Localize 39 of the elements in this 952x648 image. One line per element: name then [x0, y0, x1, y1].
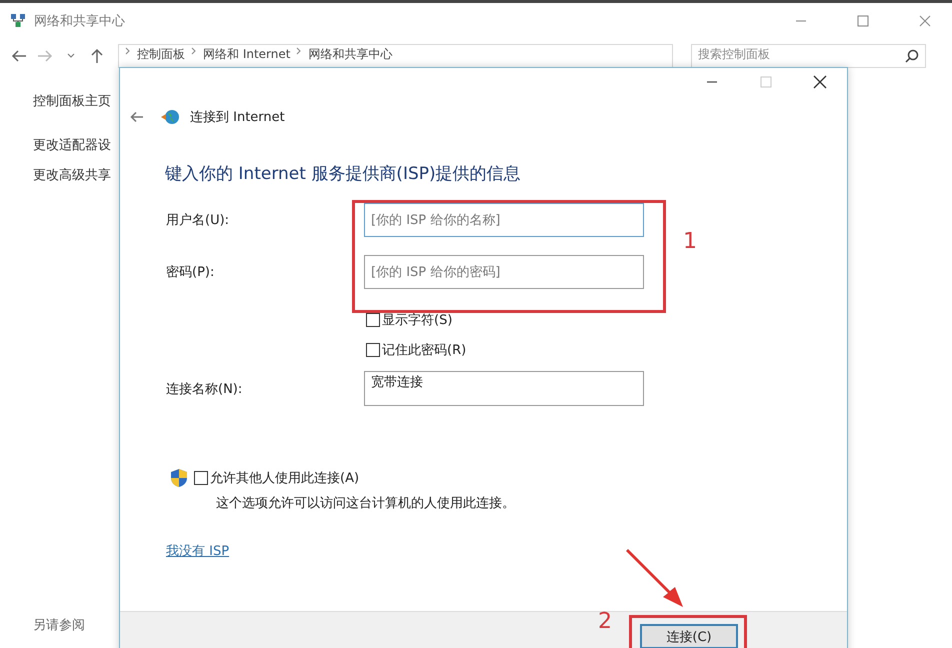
dialog-heading: 键入你的 Internet 服务提供商(ISP)提供的信息	[165, 163, 522, 185]
connect-button[interactable]: 连接(C)	[640, 624, 738, 648]
option-description: 这个选项允许可以访问这台计算机的人使用此连接。	[216, 495, 516, 512]
checkbox-label[interactable]: 显示字符(S)	[382, 311, 452, 329]
back-icon[interactable]	[130, 111, 144, 123]
no-isp-link[interactable]: 我没有 ISP	[166, 542, 230, 560]
maximize-icon[interactable]	[857, 15, 869, 27]
shield-icon	[170, 468, 188, 488]
checkbox[interactable]	[366, 343, 380, 357]
search-icon	[905, 49, 919, 63]
network-icon	[10, 13, 26, 29]
chevron-icon	[191, 46, 197, 56]
close-icon[interactable]	[813, 75, 827, 89]
checkbox[interactable]	[194, 471, 208, 485]
input-field[interactable]: [你的 ISP 给你的名称]	[364, 203, 644, 237]
up-icon[interactable]	[91, 48, 103, 64]
field-label: 连接名称(N):	[166, 380, 244, 398]
field-label: 用户名(U):	[166, 212, 230, 229]
breadcrumb-item[interactable]: 网络和 Internet	[203, 46, 290, 63]
breadcrumb-item[interactable]: 控制面板	[137, 46, 185, 63]
step-number: 1	[683, 229, 697, 254]
checkbox[interactable]	[366, 313, 380, 327]
maximize-icon	[760, 76, 772, 88]
checkbox-label[interactable]: 允许其他人使用此连接(A)	[210, 469, 360, 487]
pointer-arrow	[624, 549, 686, 609]
dialog-title: 连接到 Internet	[190, 109, 285, 126]
step-number: 2	[598, 609, 612, 634]
input-field[interactable]: 宽带连接	[364, 371, 644, 406]
window-title: 网络和共享中心	[34, 13, 126, 30]
breadcrumb-item[interactable]: 网络和共享中心	[308, 46, 392, 63]
chevron-icon	[125, 46, 131, 56]
section-heading: 另请参阅	[33, 617, 85, 634]
globe-icon	[160, 109, 180, 125]
field-label: 密码(P):	[166, 264, 216, 281]
input-field[interactable]: [你的 ISP 给你的密码]	[364, 255, 644, 289]
caret-icon[interactable]	[67, 53, 75, 59]
back-icon[interactable]	[11, 50, 27, 62]
chevron-icon	[296, 46, 302, 56]
checkbox-label[interactable]: 记住此密码(R)	[382, 341, 466, 359]
